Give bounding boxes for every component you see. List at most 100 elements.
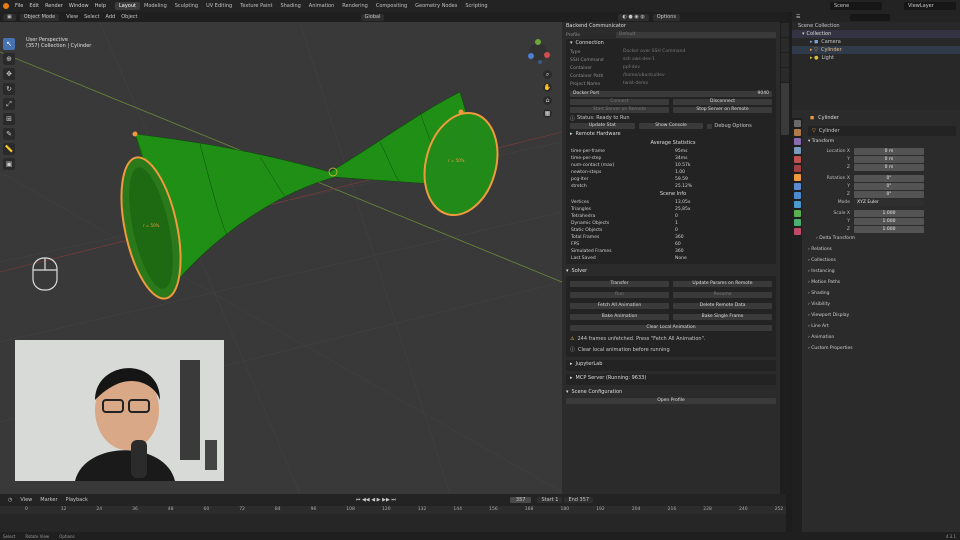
container-field[interactable]: ppf-dev xyxy=(620,65,772,71)
scene-selector[interactable]: Scene xyxy=(830,2,882,10)
view-layer-selector[interactable]: ViewLayer xyxy=(904,2,956,10)
type-field[interactable]: Docker over SSH Command xyxy=(620,49,772,55)
tab-shading[interactable]: Shading xyxy=(276,2,304,10)
update-params-button[interactable]: Update Params on Remote xyxy=(673,280,772,287)
tab-geometry-nodes[interactable]: Geometry Nodes xyxy=(411,2,461,10)
current-frame-field[interactable]: 357 xyxy=(509,497,532,503)
remote-hardware-header[interactable]: ▸ Remote Hardware xyxy=(566,130,776,139)
section-visibility[interactable]: › Visibility xyxy=(792,299,960,310)
ortho-grid-icon[interactable]: ▦ xyxy=(543,109,552,118)
tab-sculpting[interactable]: Sculpting xyxy=(171,2,202,10)
open-profile-button[interactable]: Open Profile xyxy=(566,398,776,404)
tab-texture-paint[interactable]: Texture Paint xyxy=(236,2,276,10)
sidebar-tab-view[interactable] xyxy=(781,53,789,67)
view-layer-tab-icon[interactable] xyxy=(793,147,801,154)
docker-port-field[interactable]: Docker Port 9040 xyxy=(570,91,772,97)
options-dropdown[interactable]: Options xyxy=(652,13,681,21)
viewport-shading-buttons[interactable]: ◐ ● ◉ ◍ xyxy=(618,13,649,21)
run-button[interactable]: Run xyxy=(570,291,669,298)
camera-view-icon[interactable]: ⌂ xyxy=(543,96,552,105)
tab-compositing[interactable]: Compositing xyxy=(372,2,411,10)
profile-dropdown[interactable]: Default xyxy=(616,32,776,38)
menu-file[interactable]: File xyxy=(12,3,26,9)
left-ring-handle[interactable] xyxy=(132,131,138,137)
tab-animation[interactable]: Animation xyxy=(305,2,339,10)
section-line-art[interactable]: › Line Art xyxy=(792,321,960,332)
section-instancing[interactable]: › Instancing xyxy=(792,266,960,277)
outliner-item-cylinder[interactable]: ▸ ▽ Cylinder xyxy=(792,46,960,54)
section-viewport-display[interactable]: › Viewport Display xyxy=(792,310,960,321)
orientation-dropdown[interactable]: Global xyxy=(360,13,385,21)
disconnect-button[interactable]: Disconnect xyxy=(673,99,772,105)
modifier-tab-icon[interactable] xyxy=(793,183,801,190)
constraints-tab-icon[interactable] xyxy=(793,210,801,217)
cursor-tool-icon[interactable]: ⊕ xyxy=(3,53,15,65)
render-tab-icon[interactable] xyxy=(793,129,801,136)
sidebar-tab-item[interactable] xyxy=(781,23,789,37)
menu-render[interactable]: Render xyxy=(42,3,66,9)
frame-ruler[interactable]: 0 12 24 36 48 60 72 84 96 108 120 132 144 156 168 180 19… xyxy=(0,506,786,514)
outliner-item-camera[interactable]: ▸ ◼ Camera xyxy=(792,38,960,46)
outliner-scene-collection[interactable]: Scene Collection xyxy=(792,22,960,30)
show-console-button[interactable]: Show Console xyxy=(638,123,704,129)
tab-uv-editing[interactable]: UV Editing xyxy=(202,2,236,10)
viewport-menu-select[interactable]: Select xyxy=(81,14,102,20)
material-tab-icon[interactable] xyxy=(793,228,801,235)
scale-x-field[interactable]: 1.000 xyxy=(854,209,924,217)
section-shading[interactable]: › Shading xyxy=(792,288,960,299)
scene-tab-icon[interactable] xyxy=(793,156,801,163)
world-tab-icon[interactable] xyxy=(793,165,801,172)
section-relations[interactable]: › Relations xyxy=(792,244,960,255)
jupyterlab-header[interactable]: ▸ JupyterLab xyxy=(566,360,776,369)
scale-y-field[interactable]: 1.000 xyxy=(854,217,924,225)
menu-help[interactable]: Help xyxy=(92,3,109,9)
rotation-y-field[interactable]: 0° xyxy=(854,182,924,190)
scene-info-header[interactable]: Scene Info xyxy=(566,190,776,199)
select-tool-icon[interactable]: ↖ xyxy=(3,38,15,50)
annotate-tool-icon[interactable]: ✎ xyxy=(3,128,15,140)
section-delta-transform[interactable]: › Delta Transform xyxy=(792,233,960,244)
mode-dropdown[interactable]: Object Mode xyxy=(19,13,60,21)
transfer-button[interactable]: Transfer xyxy=(570,280,669,287)
tool-tab-icon[interactable] xyxy=(793,120,801,127)
bake-single-button[interactable]: Bake Single Frame xyxy=(673,313,772,320)
object-tab-icon[interactable] xyxy=(793,174,801,181)
playback-controls[interactable]: ⏮ ◀◀ ◀ ▶ ▶▶ ⏭ xyxy=(352,497,400,503)
navigation-gizmo[interactable] xyxy=(528,39,550,64)
add-cube-tool-icon[interactable]: ▣ xyxy=(3,158,15,170)
bake-animation-button[interactable]: Bake Animation xyxy=(570,313,669,320)
tab-scripting[interactable]: Scripting xyxy=(461,2,491,10)
debug-options-checkbox[interactable]: Debug Options xyxy=(707,123,772,129)
scene-config-header[interactable]: ▾ Scene Configuration xyxy=(562,388,780,397)
sidebar-tab-create[interactable] xyxy=(781,68,789,82)
blender-logo-icon[interactable] xyxy=(3,3,9,9)
section-collections[interactable]: › Collections xyxy=(792,255,960,266)
end-frame-field[interactable]: End 357 xyxy=(564,497,594,503)
output-tab-icon[interactable] xyxy=(793,138,801,145)
rotation-mode-dropdown[interactable]: XYZ Euler xyxy=(854,198,924,206)
connection-header[interactable]: ▾ Connection xyxy=(566,39,776,48)
container-path-field[interactable]: /home/ubuntu/dev xyxy=(620,73,772,79)
menu-edit[interactable]: Edit xyxy=(26,3,42,9)
location-y-field[interactable]: 0 m xyxy=(854,155,924,163)
object-name-field[interactable]: ▽ Cylinder xyxy=(808,126,956,136)
rotation-x-field[interactable]: 0° xyxy=(854,174,924,182)
delete-remote-button[interactable]: Delete Remote Data xyxy=(673,302,772,309)
outliner-search-input[interactable] xyxy=(850,13,891,21)
resume-button[interactable]: Resume xyxy=(673,291,772,298)
timeline-editor-icon[interactable]: ◷ xyxy=(4,497,16,503)
ssh-command-field[interactable]: ssh aws-dev-1 xyxy=(620,57,772,63)
outliner-item-collection[interactable]: ▾ Collection xyxy=(792,30,960,38)
rotate-tool-icon[interactable]: ↻ xyxy=(3,83,15,95)
data-tab-icon[interactable] xyxy=(793,219,801,226)
avg-stats-header[interactable]: Average Statistics xyxy=(566,139,776,148)
viewport-menu-add[interactable]: Add xyxy=(103,14,119,20)
mcp-server-header[interactable]: ▸ MCP Server (Running: 9633) xyxy=(566,374,776,383)
scale-tool-icon[interactable]: ⤢ xyxy=(3,98,15,110)
transform-tool-icon[interactable]: ⊞ xyxy=(3,113,15,125)
project-name-field[interactable]: twist-demo xyxy=(620,81,772,87)
physics-tab-icon[interactable] xyxy=(793,201,801,208)
particles-tab-icon[interactable] xyxy=(793,192,801,199)
update-stat-button[interactable]: Update Stat xyxy=(570,123,635,129)
tab-modeling[interactable]: Modeling xyxy=(140,2,171,10)
